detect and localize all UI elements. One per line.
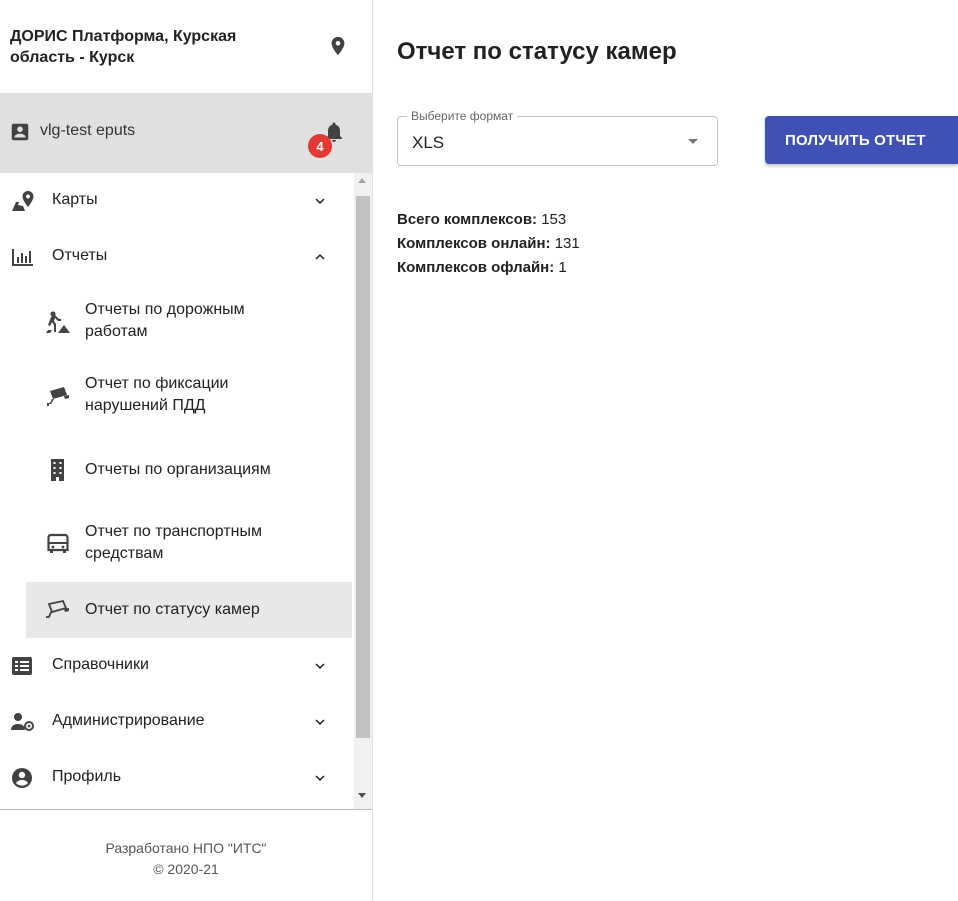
sidebar-header: ДОРИС Платформа, Курская область - Курск xyxy=(0,0,372,93)
get-report-button[interactable]: ПОЛУЧИТЬ ОТЧЕТ xyxy=(765,116,958,164)
platform-title: ДОРИС Платформа, Курская область - Курск xyxy=(10,27,237,66)
sidebar-item-directories[interactable]: Справочники xyxy=(0,638,352,694)
chevron-down-icon xyxy=(315,663,325,669)
sidebar-subitem-organizations[interactable]: Отчеты по организациям xyxy=(26,433,352,507)
sidebar-item-label: Карты xyxy=(52,191,98,208)
footer-copyright: © 2020-21 xyxy=(153,861,219,877)
chevron-down-icon xyxy=(315,719,325,725)
sidebar-menu: Карты Отчеты Отчеты по дорожным работам … xyxy=(0,173,354,809)
account-circle-icon xyxy=(12,768,32,788)
stat-online: Комплексов онлайн: 131 xyxy=(397,232,580,256)
sidebar-scrollbar-thumb[interactable] xyxy=(356,196,370,738)
chevron-down-icon xyxy=(315,775,325,781)
scroll-up-arrow-icon[interactable] xyxy=(358,178,366,183)
sidebar-subitem-road-works[interactable]: Отчеты по дорожным работам xyxy=(26,285,352,359)
sidebar-subitem-label: Отчет по статусу камер xyxy=(85,601,260,618)
sidebar-subitem-label: Отчеты по дорожным работам xyxy=(85,301,245,340)
chevron-down-icon xyxy=(315,198,325,204)
sidebar-footer: Разработано НПО "ИТС" © 2020-21 xyxy=(0,838,372,880)
format-select-value: XLS xyxy=(412,133,445,152)
stats: Всего комплексов: 153 Комплексов онлайн:… xyxy=(397,208,580,280)
sidebar-subitem-traffic-violations[interactable]: Отчет по фиксации нарушений ПДД xyxy=(26,359,352,433)
chevron-up-icon xyxy=(315,254,325,260)
stat-offline: Комплексов офлайн: 1 xyxy=(397,256,580,280)
stat-offline-value: 1 xyxy=(558,259,567,276)
dropdown-arrow-icon xyxy=(688,139,698,144)
sidebar-divider xyxy=(0,809,372,810)
sidebar-subitem-label: Отчет по транспортным средствам xyxy=(85,523,262,562)
footer-developer: Разработано НПО "ИТС" xyxy=(105,840,267,856)
sidebar-subitem-label: Отчет по фиксации нарушений ПДД xyxy=(85,375,229,414)
bus-icon xyxy=(47,533,69,553)
format-select-label: Выберите формат xyxy=(407,109,518,123)
map-pin-icon xyxy=(12,191,34,211)
stat-online-value: 131 xyxy=(554,235,580,252)
scroll-down-arrow-icon[interactable] xyxy=(358,793,366,798)
stat-online-label: Комплексов онлайн: xyxy=(397,235,551,252)
building-icon xyxy=(51,459,64,481)
people-gear-icon xyxy=(11,713,34,731)
sidebar-item-administration[interactable]: Администрирование xyxy=(0,694,352,750)
stat-offline-label: Комплексов офлайн: xyxy=(397,259,555,276)
account-box-icon xyxy=(11,123,29,141)
traffic-camera-icon xyxy=(47,387,69,406)
notification-badge: 4 xyxy=(308,134,332,158)
format-select[interactable]: Выберите формат XLS xyxy=(397,109,718,166)
user-name: vlg-test eputs xyxy=(40,122,136,139)
sidebar-item-reports[interactable]: Отчеты xyxy=(0,229,352,285)
stat-total-value: 153 xyxy=(541,211,567,228)
page-title: Отчет по статусу камер xyxy=(397,38,677,65)
user-row[interactable]: vlg-test eputs 4 xyxy=(0,93,372,173)
sidebar-item-profile[interactable]: Профиль xyxy=(0,750,352,806)
sidebar-subitem-camera-status[interactable]: Отчет по статусу камер xyxy=(26,582,352,638)
bar-chart-icon xyxy=(12,249,33,266)
sidebar-item-label: Администрирование xyxy=(52,712,205,729)
sidebar-item-label: Отчеты xyxy=(52,247,108,264)
road-work-icon xyxy=(46,311,70,333)
stat-total: Всего комплексов: 153 xyxy=(397,208,580,232)
sidebar-subitem-vehicles[interactable]: Отчет по транспортным средствам xyxy=(26,507,352,581)
sidebar: ДОРИС Платформа, Курская область - Курск… xyxy=(0,0,373,901)
sidebar-subitem-label: Отчеты по организациям xyxy=(85,461,271,478)
sidebar-item-label: Профиль xyxy=(52,768,122,785)
sidebar-item-maps[interactable]: Карты xyxy=(0,173,352,229)
location-pin-icon[interactable] xyxy=(327,35,349,57)
sidebar-item-label: Справочники xyxy=(52,656,149,673)
stat-total-label: Всего комплексов: xyxy=(397,211,538,228)
camera-outline-icon xyxy=(46,599,69,618)
list-icon xyxy=(12,657,32,675)
